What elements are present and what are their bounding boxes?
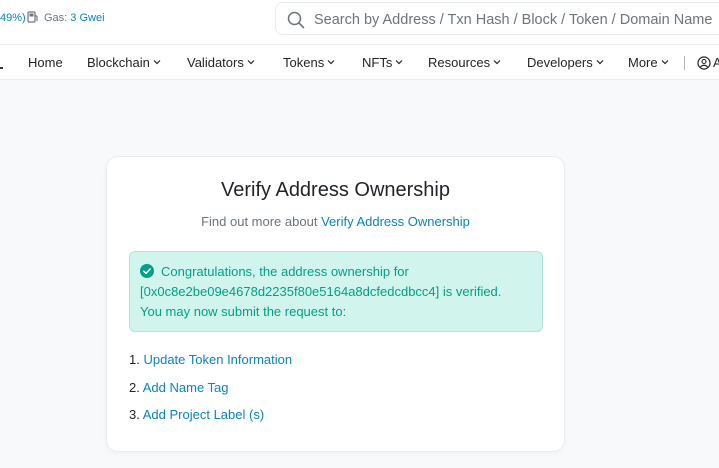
nav-more[interactable]: More (628, 55, 669, 70)
gas-price: Gas: 3 Gwei (44, 12, 105, 24)
nav-divider (684, 56, 685, 70)
gas-pump-icon (26, 10, 40, 29)
nav-validators-label: Validators (187, 55, 244, 70)
nav-resources[interactable]: Resources (428, 55, 501, 70)
nav-blockchain-label: Blockchain (87, 55, 150, 70)
nav-developers[interactable]: Developers (527, 55, 604, 70)
search-input[interactable] (312, 9, 719, 31)
chevron-down-icon (661, 60, 669, 65)
nav-home[interactable]: Home (28, 55, 63, 70)
search-icon (287, 11, 305, 29)
page-subtitle: Find out more about Verify Address Owner… (107, 214, 564, 229)
gas-value-link[interactable]: 3 Gwei (70, 12, 104, 24)
verify-ownership-link[interactable]: Verify Address Ownership (321, 214, 470, 229)
alert-line-1: Congratulations, the address ownership f… (161, 264, 409, 279)
step-number: 2. (129, 380, 140, 395)
step-number: 3. (129, 407, 140, 422)
main-nav: Home Blockchain Validators Tokens NFTs R… (0, 44, 719, 80)
chevron-down-icon (493, 60, 501, 65)
chevron-down-icon (395, 60, 403, 65)
page-title: Verify Address Ownership (221, 179, 450, 201)
chevron-down-icon (596, 60, 604, 65)
chevron-down-icon (153, 60, 161, 65)
success-alert: Congratulations, the address ownership f… (129, 251, 543, 332)
alert-line-2: [0x0c8e2be09e4678d2235f80e5164a8dcfedcdb… (140, 284, 502, 299)
alert-line-3: You may now submit the request to: (140, 304, 347, 319)
nav-tokens[interactable]: Tokens (283, 55, 335, 70)
add-name-tag-link[interactable]: Add Name Tag (143, 380, 229, 395)
update-token-info-link[interactable]: Update Token Information (143, 352, 292, 367)
nav-nfts[interactable]: NFTs (362, 55, 403, 70)
nav-more-label: More (628, 55, 658, 70)
list-item: 1. Update Token Information (129, 352, 292, 367)
nav-edge-mark (0, 67, 3, 69)
price-change: 49%) (0, 12, 26, 24)
nav-developers-label: Developers (527, 55, 593, 70)
nav-blockchain[interactable]: Blockchain (87, 55, 161, 70)
chevron-down-icon (327, 60, 335, 65)
check-circle-icon (140, 264, 154, 278)
nav-validators[interactable]: Validators (187, 55, 255, 70)
gas-label: Gas: (44, 12, 68, 24)
add-project-label-link[interactable]: Add Project Label (s) (143, 407, 264, 422)
sign-in-label[interactable]: A (713, 55, 719, 70)
search-box[interactable] (275, 2, 719, 35)
user-circle-icon[interactable] (697, 56, 711, 70)
chevron-down-icon (247, 60, 255, 65)
top-bar: 49%) Gas: 3 Gwei (0, 0, 719, 44)
subtitle-prefix: Find out more about (201, 214, 318, 229)
list-item: 2. Add Name Tag (129, 380, 229, 395)
nav-nfts-label: NFTs (362, 55, 393, 70)
nav-tokens-label: Tokens (283, 55, 325, 70)
list-item: 3. Add Project Label (s) (129, 407, 264, 422)
step-number: 1. (129, 352, 140, 367)
nav-resources-label: Resources (428, 55, 491, 70)
nav-home-label: Home (28, 55, 63, 70)
verification-card: Verify Address Ownership Find out more a… (106, 156, 565, 452)
